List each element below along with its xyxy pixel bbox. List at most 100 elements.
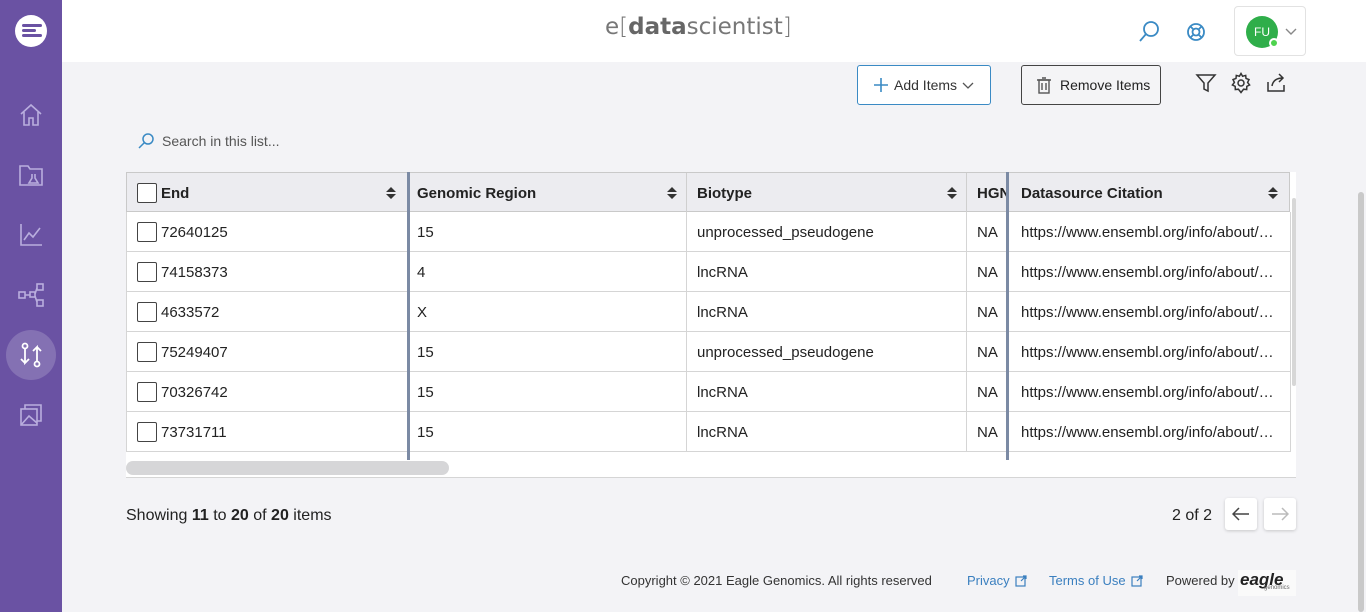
cell-hgnc: NA xyxy=(977,223,998,241)
share-icon[interactable] xyxy=(1265,72,1287,94)
trash-icon xyxy=(1037,77,1051,94)
cell-datasource-citation: https://www.ensembl.org/info/about/publi… xyxy=(1010,292,1291,332)
cell-hgnc: NA xyxy=(977,303,998,321)
search-input[interactable] xyxy=(162,130,462,152)
cell-hgnc: NA xyxy=(977,423,998,441)
table-row[interactable]: 72640125 15 unprocessed_pseudogene NA https:… xyxy=(126,212,1291,252)
search-icon[interactable] xyxy=(1137,20,1161,44)
previous-page-button[interactable] xyxy=(1225,498,1257,530)
cell-end: 72640125 xyxy=(127,212,408,252)
cell-genomic-region: 4 xyxy=(411,252,687,292)
external-link-icon xyxy=(1015,574,1027,587)
eagle-genomics-logo[interactable]: eagle genomics xyxy=(1238,570,1296,596)
sort-icon[interactable] xyxy=(1268,187,1278,199)
cell-genomic-region: 15 xyxy=(411,332,687,372)
table-row[interactable]: 4633572 XlncRNA NA https://www.ensembl.org/… xyxy=(126,292,1291,332)
cell-biotype: lncRNA xyxy=(687,372,967,412)
cell-datasource-citation: https://www.ensembl.org/info/about/publi… xyxy=(1010,412,1291,452)
archive-icon xyxy=(20,404,42,426)
cell-datasource-citation: https://www.ensembl.org/info/about/publi… xyxy=(1010,332,1291,372)
brand-title: e[datascientist] xyxy=(605,14,792,40)
list-search xyxy=(126,124,526,158)
arrow-left-icon xyxy=(1232,507,1249,521)
sidebar-item-network[interactable] xyxy=(6,270,56,320)
cell-hgnc: NA xyxy=(977,263,998,281)
column-header-end[interactable]: End xyxy=(127,173,408,213)
arrow-right-icon xyxy=(1272,507,1289,521)
help-icon[interactable] xyxy=(1184,20,1208,44)
sidebar-item-analytics[interactable] xyxy=(6,210,56,260)
chevron-down-icon xyxy=(1285,28,1297,35)
page-indicator: 2 of 2 xyxy=(1172,507,1213,524)
table-row[interactable]: 70326742 15 lncRNA NA https://www.ensembl.or… xyxy=(126,372,1291,412)
gear-icon[interactable] xyxy=(1230,72,1252,94)
frozen-column-divider[interactable] xyxy=(1006,172,1009,460)
external-link-icon xyxy=(1130,574,1143,587)
horizontal-scrollbar[interactable] xyxy=(126,461,449,475)
cell-genomic-region: 15 xyxy=(411,212,687,252)
items-table: End Genomic Region Biotype HGNC Datasour… xyxy=(126,172,1296,478)
search-icon xyxy=(138,133,154,149)
plus-icon xyxy=(874,78,888,92)
cell-hgnc: NA xyxy=(977,343,998,361)
compare-icon xyxy=(20,342,42,368)
user-menu[interactable]: FU xyxy=(1234,6,1306,56)
sidebar-item-home[interactable] xyxy=(6,90,56,140)
cell-genomic-region: 15 xyxy=(411,372,687,412)
sidebar-item-archive[interactable] xyxy=(6,390,56,440)
add-items-button[interactable]: Add Items xyxy=(857,65,991,105)
row-checkbox[interactable] xyxy=(137,422,157,442)
vertical-scrollbar[interactable] xyxy=(1292,198,1296,386)
app-logo[interactable] xyxy=(15,15,47,47)
cell-biotype: lncRNA xyxy=(687,252,967,292)
cell-end: 74158373 xyxy=(127,252,408,292)
cell-biotype: unprocessed_pseudogene xyxy=(687,332,967,372)
frozen-column-divider[interactable] xyxy=(407,172,410,460)
network-icon xyxy=(18,283,44,307)
cell-end: 4633572 xyxy=(127,292,408,332)
home-icon xyxy=(20,103,42,126)
page-scrollbar[interactable] xyxy=(1358,192,1364,612)
cell-end: 75249407 xyxy=(127,332,408,372)
table-row[interactable]: 73731711 15 lncRNA NA https://www.ensembl.or… xyxy=(126,412,1291,452)
analytics-icon xyxy=(20,224,42,246)
row-checkbox[interactable] xyxy=(137,382,157,402)
cell-end: 73731711 xyxy=(127,412,408,452)
table-row[interactable]: 75249407 15 unprocessed_pseudogene NA https:… xyxy=(126,332,1291,372)
row-checkbox[interactable] xyxy=(137,302,157,322)
sidebar-item-compare[interactable] xyxy=(6,330,56,380)
row-checkbox[interactable] xyxy=(137,262,157,282)
column-header-genomic-region[interactable]: Genomic Region xyxy=(411,173,687,213)
projects-icon xyxy=(19,165,43,186)
cell-hgnc: NA xyxy=(977,383,998,401)
copyright-text: Copyright © 2021 Eagle Genomics. All rig… xyxy=(621,573,932,588)
top-header: e[datascientist] FU xyxy=(62,0,1366,62)
cell-biotype: lncRNA xyxy=(687,412,967,452)
row-checkbox[interactable] xyxy=(137,342,157,362)
terms-of-use-link[interactable]: Terms of Use xyxy=(1049,573,1143,588)
select-all-checkbox[interactable] xyxy=(137,183,157,203)
cell-datasource-citation: https://www.ensembl.org/info/about/publi… xyxy=(1010,372,1291,412)
cell-biotype: lncRNA xyxy=(687,292,967,332)
remove-items-button[interactable]: Remove Items xyxy=(1021,65,1161,105)
cell-genomic-region: X xyxy=(411,292,687,332)
online-status-dot xyxy=(1269,38,1279,48)
table-header: End Genomic Region Biotype HGNC Datasour… xyxy=(126,172,1291,213)
sort-icon[interactable] xyxy=(947,187,957,199)
column-header-biotype[interactable]: Biotype xyxy=(687,173,967,213)
column-header-datasource-citation[interactable]: Datasource Citation xyxy=(1010,173,1291,213)
powered-by-text: Powered by xyxy=(1166,573,1235,588)
privacy-link[interactable]: Privacy xyxy=(967,573,1027,588)
cell-biotype: unprocessed_pseudogene xyxy=(687,212,967,252)
chevron-down-icon xyxy=(962,82,974,89)
sort-icon[interactable] xyxy=(667,187,677,199)
column-header-hgnc[interactable]: HGNC xyxy=(967,173,1007,213)
sidebar xyxy=(0,0,62,612)
sort-icon[interactable] xyxy=(386,187,396,199)
filter-icon[interactable] xyxy=(1195,72,1217,94)
next-page-button[interactable] xyxy=(1264,498,1296,530)
cell-genomic-region: 15 xyxy=(411,412,687,452)
sidebar-item-projects[interactable] xyxy=(6,150,56,200)
table-row[interactable]: 74158373 4 lncRNA NA https://www.ensembl.org… xyxy=(126,252,1291,292)
row-checkbox[interactable] xyxy=(137,222,157,242)
